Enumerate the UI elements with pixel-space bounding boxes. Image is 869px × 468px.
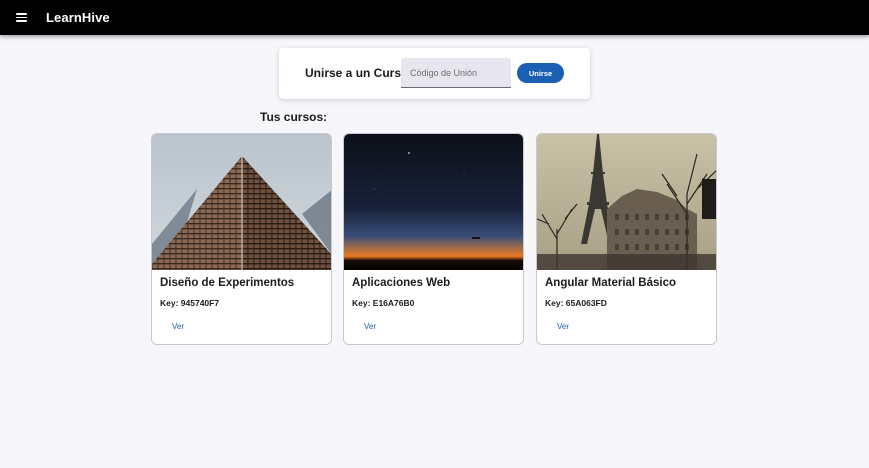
course-card: Aplicaciones Web Key: E16A76B0 Ver — [343, 133, 524, 345]
course-card: Diseño de Experimentos Key: 945740F7 Ver — [151, 133, 332, 345]
menu-icon[interactable] — [11, 8, 31, 28]
join-course-card: Unirse a un Curso: Unirse — [279, 48, 590, 99]
top-app-bar: LearnHive — [0, 0, 869, 35]
course-title: Diseño de Experimentos — [160, 277, 295, 289]
view-course-button[interactable]: Ver — [352, 316, 388, 336]
join-button[interactable]: Unirse — [517, 63, 564, 83]
join-course-label: Unirse a un Curso: — [305, 66, 413, 80]
join-code-field[interactable] — [401, 58, 511, 88]
course-title: Aplicaciones Web — [352, 277, 451, 289]
course-title: Angular Material Básico — [545, 277, 677, 289]
join-code-input[interactable] — [401, 58, 510, 87]
course-image-skyscraper — [152, 134, 331, 270]
view-course-button[interactable]: Ver — [160, 316, 196, 336]
course-image-night-horizon — [344, 134, 523, 270]
course-card: Angular Material Básico Key: 65A063FD Ve… — [536, 133, 717, 345]
course-key: Key: 945740F7 — [160, 298, 220, 308]
course-key: Key: 65A063FD — [545, 298, 607, 308]
course-image-paris — [537, 134, 716, 270]
view-course-button[interactable]: Ver — [545, 316, 581, 336]
courses-section-title: Tus cursos: — [260, 110, 328, 124]
app-title: LearnHive — [46, 10, 110, 25]
course-key: Key: E16A76B0 — [352, 298, 415, 308]
